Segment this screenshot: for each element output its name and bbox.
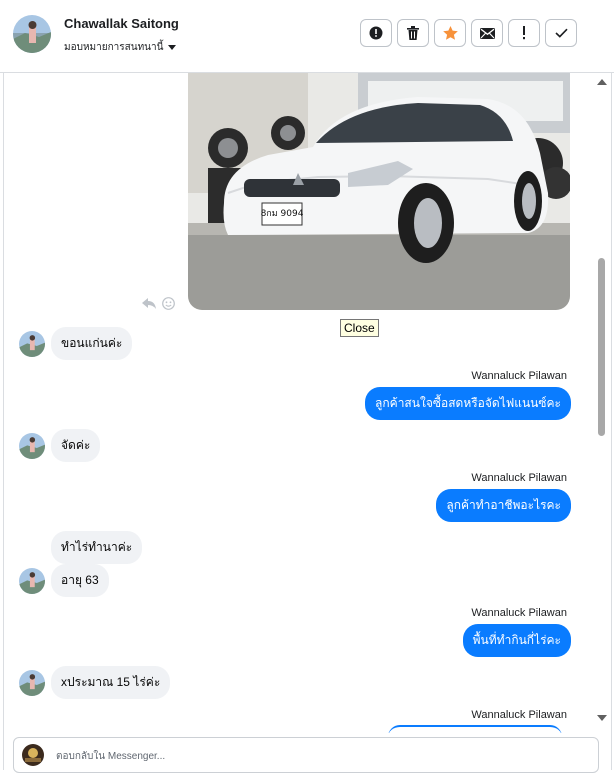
assign-conversation-dropdown[interactable]: มอบหมายการสนทนานี้	[64, 40, 177, 55]
messenger-reply-input[interactable]	[54, 738, 558, 774]
outgoing-message: ลูกค้าสนใจซื้อสดหรือจัดไฟแนนซ์คะ	[365, 387, 571, 420]
message-thread[interactable]: 8กม 9094 Close ขอนแก่นค่ะ Wannaluck Pila…	[4, 73, 594, 733]
check-icon	[554, 28, 568, 38]
chevron-down-icon	[168, 45, 177, 50]
delete-button[interactable]	[397, 19, 429, 47]
trash-icon	[407, 26, 419, 40]
reply-icon[interactable]	[142, 298, 156, 309]
envelope-icon	[479, 27, 495, 39]
close-tooltip: Close	[340, 319, 379, 337]
star-icon	[442, 26, 458, 40]
priority-button[interactable]	[508, 19, 540, 47]
conversation-toolbar	[360, 19, 577, 47]
assign-label: มอบหมายการสนทนานี้	[64, 42, 164, 53]
sender-name: Wannaluck Pilawan	[471, 370, 567, 382]
emoji-icon[interactable]	[162, 297, 175, 310]
scroll-down-arrow-icon[interactable]	[597, 715, 607, 721]
contact-avatar-small	[19, 568, 45, 594]
thread-scrollbar[interactable]	[596, 73, 610, 733]
scrollbar-thumb[interactable]	[598, 258, 605, 436]
message-actions	[142, 297, 175, 310]
spam-button[interactable]	[360, 19, 392, 47]
outgoing-message: ลูกค้าทำอาชีพอะไรคะ	[436, 489, 571, 522]
incoming-message: อายุ 63	[51, 564, 109, 597]
outgoing-message: พื้นที่ทำกินกี่ไร่คะ	[462, 624, 571, 657]
incoming-message: จัดค่ะ	[51, 429, 101, 462]
contact-avatar-small	[19, 670, 45, 696]
outgoing-message-partial	[388, 725, 562, 733]
incoming-message: ขอนแก่นค่ะ	[51, 327, 133, 360]
conversation-header: Chawallak Saitong มอบหมายการสนทนานี้	[0, 0, 614, 73]
contact-name[interactable]: Chawallak Saitong	[64, 16, 179, 31]
page-avatar	[22, 744, 44, 766]
scroll-up-arrow-icon[interactable]	[597, 79, 607, 85]
contact-avatar-small	[19, 433, 45, 459]
license-plate: 8กม 9094	[261, 209, 304, 219]
incoming-message: ทำไร่ทำนาค่ะ	[51, 531, 143, 564]
sender-name: Wannaluck Pilawan	[471, 709, 567, 721]
car-photo-attachment[interactable]: 8กม 9094	[188, 73, 570, 310]
done-button[interactable]	[545, 19, 577, 47]
incoming-message: xประมาณ 15 ไร่ค่ะ	[51, 666, 171, 699]
sender-name: Wannaluck Pilawan	[471, 472, 567, 484]
contact-avatar-small	[19, 331, 45, 357]
exclamation-icon	[523, 26, 525, 40]
reply-composer	[13, 737, 599, 774]
mark-unread-button[interactable]	[471, 19, 503, 47]
alert-circle-icon	[369, 26, 383, 40]
contact-avatar[interactable]	[13, 15, 51, 53]
sender-name: Wannaluck Pilawan	[471, 607, 567, 619]
star-button[interactable]	[434, 19, 466, 47]
